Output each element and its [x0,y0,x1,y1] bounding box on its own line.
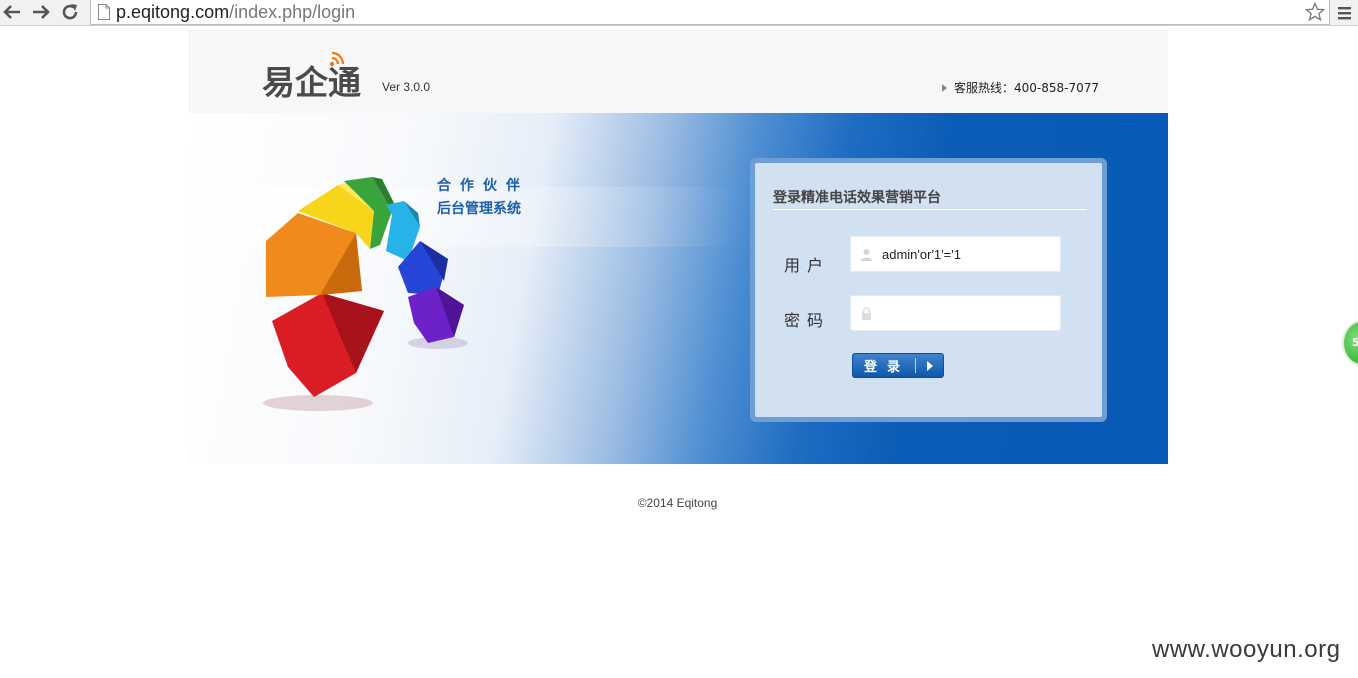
reload-button[interactable] [58,1,82,23]
side-float-badge[interactable]: 53 [1342,320,1358,366]
lock-icon [862,306,871,320]
version-label: Ver 3.0.0 [382,80,431,94]
password-label: 密码 [784,311,831,330]
watermark: www.wooyun.org [1152,636,1341,663]
browser-toolbar: p.eqitong.com/index.php/login [0,0,1358,26]
triangle-bullet-icon [942,83,947,92]
slogan-line-2: 后台管理系统 [437,201,521,217]
username-label: 用户 [784,256,831,275]
reload-icon [62,4,78,20]
login-button-label: 登录 [863,360,910,375]
username-input[interactable] [882,246,1052,262]
hotline-text: 客服热线：400-858-7077 [954,81,1100,95]
login-form: 登录精准电话效果营销平台 用户 密码 登录 [755,163,1102,417]
slogan: 合作伙伴 后台管理系统 [437,175,529,221]
page-icon [98,4,110,20]
login-banner: 合作伙伴 后台管理系统 登录精准电话效果营销平台 用户 密码 登录 [188,113,1168,464]
bookmark-star-icon[interactable] [1305,2,1325,22]
password-input[interactable] [882,305,1052,321]
username-field[interactable] [850,236,1061,272]
slogan-line-1: 合作伙伴 [437,178,529,194]
menu-icon[interactable] [1336,3,1354,23]
user-icon [861,248,872,261]
logo-text: 易企通 [262,63,361,102]
arrow-right-icon [33,5,50,19]
forward-button[interactable] [29,1,53,23]
title-divider [773,209,1087,210]
url-text: p.eqitong.com/index.php/login [116,1,356,22]
hotline: 客服热线：400-858-7077 [942,79,1099,96]
login-title: 登录精准电话效果营销平台 [773,190,941,206]
address-bar[interactable]: p.eqitong.com/index.php/login [90,0,1330,25]
password-field[interactable] [850,295,1061,331]
copyright: ©2014 Eqitong [637,496,718,510]
signal-icon [329,51,345,67]
back-button[interactable] [0,1,24,23]
arrow-left-icon [3,5,20,19]
site-header: 易企通 Ver 3.0.0 客服热线：400-858-7077 [188,30,1168,113]
play-arrow-icon [916,360,943,371]
login-button[interactable]: 登录 [852,353,944,378]
login-panel: 登录精准电话效果营销平台 用户 密码 登录 [750,158,1107,422]
